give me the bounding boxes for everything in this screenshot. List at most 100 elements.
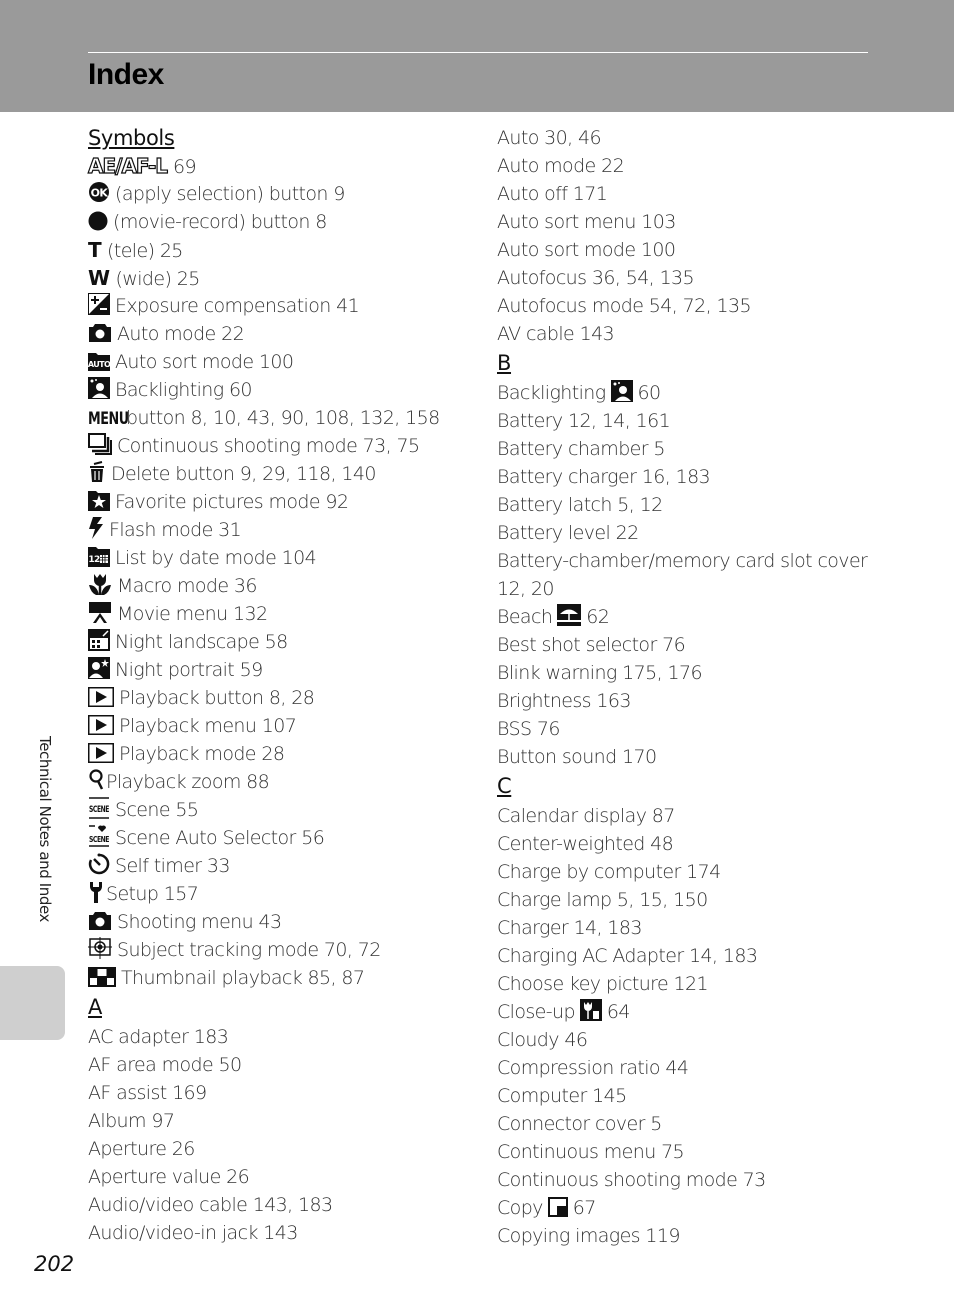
entry-text: Close-up xyxy=(497,1001,576,1023)
entry-text: Night landscape 58 xyxy=(115,631,288,653)
tele-icon: T xyxy=(88,238,102,262)
index-entry: Auto mode 22 xyxy=(88,320,478,348)
playback-icon xyxy=(88,687,114,707)
index-entry: Center-weighted 48 xyxy=(497,833,674,855)
list-by-date-icon: 12 xyxy=(88,545,110,567)
index-entry: Charge by computer 174 xyxy=(497,861,721,883)
ok-button-icon: OK xyxy=(88,181,110,203)
entry-text: Flash mode 31 xyxy=(109,519,242,541)
index-entry: Beach 62 xyxy=(497,603,897,631)
index-entry: Aperture 26 xyxy=(88,1138,195,1160)
index-entry: T (tele) 25 xyxy=(88,236,478,264)
section-heading-symbols: Symbols xyxy=(88,126,175,150)
index-entry: Aperture value 26 xyxy=(88,1166,250,1188)
movie-record-icon xyxy=(88,211,108,231)
index-entry: Close-up 64 xyxy=(497,998,897,1026)
index-entry: Autofocus mode 54, 72, 135 xyxy=(497,295,752,317)
svg-text:OK: OK xyxy=(91,187,109,200)
entry-page: 62 xyxy=(586,606,610,628)
entry-text: Night portrait 59 xyxy=(115,659,263,681)
night-portrait-icon xyxy=(88,657,110,679)
entry-text: Thumbnail playback 85, 87 xyxy=(121,967,365,989)
continuous-shooting-icon xyxy=(88,433,112,455)
index-entry: Continuous shooting mode 73, 75 xyxy=(88,432,478,460)
index-entry: Favorite pictures mode 92 xyxy=(88,488,478,516)
index-entry: Setup 157 xyxy=(88,880,478,908)
index-entry: (movie-record) button 8 xyxy=(88,208,478,236)
index-entry: Playback menu 107 xyxy=(88,712,478,740)
backlighting-icon xyxy=(610,380,633,410)
thumbnail-grid-icon xyxy=(88,967,116,987)
header-rule xyxy=(88,52,868,53)
camera-icon xyxy=(88,322,112,343)
entry-text: Backlighting 60 xyxy=(115,379,253,401)
index-entry: Battery-chamber/memory card slot cover xyxy=(497,550,868,572)
index-entry: Button sound 170 xyxy=(497,746,657,768)
scene-auto-selector-icon: SCENE xyxy=(88,825,110,847)
index-entry: AV cable 143 xyxy=(497,323,615,345)
camera-icon xyxy=(88,910,112,931)
index-entry: Copy 67 xyxy=(497,1194,897,1222)
index-entry: MENUbutton 8, 10, 43, 90, 108, 132, 158 xyxy=(88,404,478,432)
close-up-icon xyxy=(579,999,602,1029)
entry-text: Subject tracking mode 70, 72 xyxy=(117,939,381,961)
entry-text: Exposure compensation 41 xyxy=(115,295,360,317)
index-entry: Auto mode 22 xyxy=(497,155,625,177)
index-entry: Continuous menu 75 xyxy=(497,1141,685,1163)
entry-text: Macro mode 36 xyxy=(117,575,257,597)
index-entry: Brightness 163 xyxy=(497,690,631,712)
entry-text: Playback mode 28 xyxy=(119,743,285,765)
entry-text: Playback button 8, 28 xyxy=(119,687,315,709)
index-entry: AF assist 169 xyxy=(88,1082,207,1104)
entry-text: Playback zoom 88 xyxy=(106,771,270,793)
flash-icon xyxy=(88,517,104,539)
entry-text: Continuous shooting mode 73, 75 xyxy=(117,435,420,457)
index-entry: Computer 145 xyxy=(497,1085,627,1107)
index-entry: Connector cover 5 xyxy=(497,1113,662,1135)
index-entry: Choose key picture 121 xyxy=(497,973,709,995)
index-entry: Shooting menu 43 xyxy=(88,908,478,936)
scene-icon: SCENE xyxy=(88,797,110,819)
index-entry: Autofocus 36, 54, 135 xyxy=(497,267,695,289)
entry-text: Copy xyxy=(497,1197,543,1219)
entry-text: Self timer 33 xyxy=(115,855,231,877)
subject-tracking-icon xyxy=(88,937,112,959)
entry-text: (movie-record) button 8 xyxy=(113,211,327,233)
entry-text: List by date mode 104 xyxy=(115,547,317,569)
index-entry: Backlighting 60 xyxy=(88,376,478,404)
entry-text: Setup 157 xyxy=(106,883,199,905)
index-entry: Playback button 8, 28 xyxy=(88,684,478,712)
index-entry: Copying images 119 xyxy=(497,1225,680,1247)
index-entry: Battery latch 5, 12 xyxy=(497,494,663,516)
entry-text: Beach xyxy=(497,606,553,628)
entry-text: (apply selection) button 9 xyxy=(115,183,345,205)
side-section-label: Technical Notes and Index xyxy=(36,736,54,923)
section-heading-c: C xyxy=(497,774,512,798)
index-entry: Battery 12, 14, 161 xyxy=(497,410,671,432)
index-entry: Auto sort menu 103 xyxy=(497,211,676,233)
entry-text: 69 xyxy=(173,156,197,178)
index-entry: Blink warning 175, 176 xyxy=(497,662,703,684)
index-entry: Charger 14, 183 xyxy=(497,917,643,939)
index-entry-continuation: 12, 20 xyxy=(497,578,554,600)
index-entry: Night portrait 59 xyxy=(88,656,478,684)
svg-text:AUTO: AUTO xyxy=(88,360,110,369)
index-entry: Exposure compensation 41 xyxy=(88,292,478,320)
entry-page: 67 xyxy=(572,1197,597,1219)
index-entry: Calendar display 87 xyxy=(497,805,675,827)
entry-text: Movie menu 132 xyxy=(117,603,268,625)
page-title: Index xyxy=(88,58,164,91)
menu-icon: MENU xyxy=(88,409,129,429)
macro-flower-icon xyxy=(88,573,112,595)
svg-text:SCENE: SCENE xyxy=(89,805,109,815)
page-number: 202 xyxy=(34,1252,75,1276)
index-entry: Battery level 22 xyxy=(497,522,639,544)
index-entry: W (wide) 25 xyxy=(88,264,478,292)
svg-text:SCENE: SCENE xyxy=(89,835,109,844)
entry-text: Auto sort mode 100 xyxy=(115,351,294,373)
section-heading-b: B xyxy=(497,351,512,375)
entry-text: Scene 55 xyxy=(115,799,199,821)
index-entry: Best shot selector 76 xyxy=(497,634,686,656)
index-entry: Night landscape 58 xyxy=(88,628,478,656)
section-thumb-tab xyxy=(0,966,65,1040)
